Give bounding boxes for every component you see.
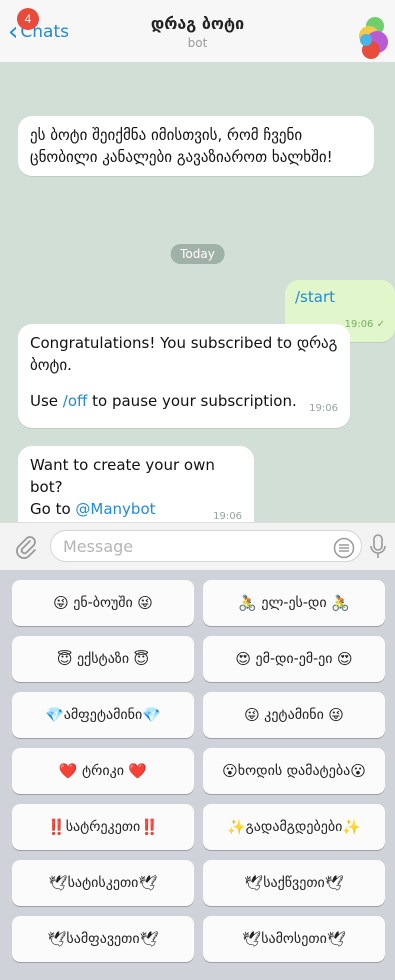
keyboard-button[interactable]: 🕊 სამფავეთი 🕊 bbox=[12, 916, 194, 962]
keyboard-button[interactable]: 🚴 ელ-ეს-დი 🚴 bbox=[203, 580, 385, 626]
emoji-icon: 😇 bbox=[133, 650, 150, 668]
double-check-icon: ✓ bbox=[376, 319, 385, 330]
chat-title-area[interactable]: დრაგ ბოტი bot bbox=[0, 14, 395, 50]
manybot-link[interactable]: @Manybot bbox=[75, 500, 155, 518]
emoji-icon: 💎 bbox=[142, 706, 161, 724]
outgoing-time-value: 19:06 bbox=[344, 319, 374, 330]
dove-icon: 🕊 bbox=[139, 930, 159, 948]
keyboard-button[interactable]: 😜 კეტამინი 😜 bbox=[203, 692, 385, 738]
outgoing-command-text[interactable]: /start bbox=[295, 288, 335, 306]
emoji-icon: 🚴 bbox=[331, 594, 350, 612]
keyboard-button-label: სატრეკეთი bbox=[65, 819, 141, 835]
emoji-icon: 😇 bbox=[56, 650, 73, 668]
keyboard-button-label: კეტამინი bbox=[264, 707, 324, 723]
dove-icon: 🕊 bbox=[326, 930, 346, 948]
microphone-icon[interactable] bbox=[368, 534, 388, 560]
date-separator: Today bbox=[170, 244, 225, 264]
chat-title: დრაგ ბოტი bbox=[150, 14, 245, 33]
keyboard-button-label: სატისკეთი bbox=[67, 875, 139, 891]
message-input[interactable] bbox=[50, 530, 362, 562]
promo-line1: Want to create your own bot? bbox=[30, 456, 215, 496]
emoji-icon: 😜 bbox=[328, 706, 344, 724]
outgoing-time: 19:06 ✓ bbox=[345, 314, 385, 336]
emoji-icon: 😍 bbox=[235, 650, 252, 668]
keyboard-button[interactable]: ‼️ სატრეკეთი ‼️ bbox=[12, 804, 194, 850]
keyboard-button-label: ტრიკი bbox=[82, 763, 124, 779]
emoji-icon: 😮 bbox=[350, 762, 366, 780]
composer-bar bbox=[0, 522, 395, 571]
keyboard-button-label: ექსტაზი bbox=[76, 651, 130, 667]
keyboard-button[interactable]: 😜 ენ-ბოუში 😜 bbox=[12, 580, 194, 626]
sparkles-icon: ✨ bbox=[226, 818, 246, 836]
keyboard-button-label: ენ-ბოუში bbox=[73, 595, 133, 611]
keyboard-button-label: გადამგდებები bbox=[245, 819, 343, 835]
keyboard-button[interactable]: 🕊 სამოსეთი 🕊 bbox=[203, 916, 385, 962]
promo-time: 19:06 bbox=[213, 511, 242, 522]
keyboard-button-label: ელ-ეს-დი bbox=[261, 595, 327, 611]
keyboard-button-label: სამფავეთი bbox=[66, 931, 140, 947]
keyboard-button[interactable]: 🕊 სატისკეთი 🕊 bbox=[12, 860, 194, 906]
exclamation-icon: ‼️ bbox=[47, 818, 66, 836]
dove-icon: 🕊 bbox=[48, 874, 68, 892]
dove-icon: 🕊 bbox=[138, 874, 158, 892]
congrats-message: Congratulations! You subscribed to დრაგ … bbox=[18, 324, 350, 428]
emoji-icon: 😍 bbox=[336, 650, 353, 668]
keyboard-button-label: სამოსეთი bbox=[261, 931, 327, 947]
promo-message: Want to create your own bot? Go to @Many… bbox=[18, 446, 254, 522]
congrats-suffix: to pause your subscription. bbox=[87, 392, 297, 410]
keyboard-button[interactable]: 💎 ამფეტამინი 💎 bbox=[12, 692, 194, 738]
keyboard-button[interactable]: 😮 ხოდის დამატება 😮 bbox=[203, 748, 385, 794]
dove-icon: 🕊 bbox=[47, 930, 67, 948]
dove-icon: 🕊 bbox=[244, 874, 264, 892]
dove-icon: 🕊 bbox=[324, 874, 344, 892]
off-command-link[interactable]: /off bbox=[63, 392, 88, 410]
emoji-icon: ❤️ bbox=[58, 762, 78, 780]
intro-message-text: ეს ბოტი შეიქმნა იმისთვის, რომ ჩვენი ცნობ… bbox=[30, 126, 333, 166]
chat-subtitle: bot bbox=[187, 36, 208, 50]
emoji-icon: 😜 bbox=[53, 594, 69, 612]
emoji-icon: 💎 bbox=[45, 706, 64, 724]
keyboard-button-label: ემ-დი-ემ-ეი bbox=[255, 651, 333, 667]
paperclip-icon[interactable] bbox=[14, 535, 38, 559]
keyboard-button-label: ამფეტამინი bbox=[63, 707, 143, 723]
message-list[interactable]: ეს ბოტი შეიქმნა იმისთვის, რომ ჩვენი ცნობ… bbox=[0, 62, 395, 522]
bot-keyboard-icon[interactable] bbox=[333, 537, 355, 559]
emoji-icon: 😮 bbox=[222, 762, 238, 780]
keyboard-button[interactable]: ❤️ ტრიკი ❤️ bbox=[12, 748, 194, 794]
bot-reply-keyboard: 😜 ენ-ბოუში 😜 🚴 ელ-ეს-დი 🚴 😇 ექსტაზი 😇 😍 … bbox=[0, 570, 395, 980]
bot-avatar[interactable] bbox=[351, 12, 391, 60]
emoji-icon: 🚴 bbox=[238, 594, 257, 612]
keyboard-button[interactable]: 😇 ექსტაზი 😇 bbox=[12, 636, 194, 682]
sparkles-icon: ✨ bbox=[342, 818, 362, 836]
keyboard-button-label: ხოდის დამატება bbox=[237, 763, 351, 779]
keyboard-button[interactable]: ✨ გადამგდებები ✨ bbox=[203, 804, 385, 850]
keyboard-button[interactable]: 😍 ემ-დი-ემ-ეი 😍 bbox=[203, 636, 385, 682]
congrats-prefix: Use bbox=[30, 392, 63, 410]
dove-icon: 🕊 bbox=[242, 930, 262, 948]
congrats-line1: Congratulations! You subscribed to დრაგ … bbox=[30, 334, 338, 374]
emoji-icon: ❤️ bbox=[128, 762, 148, 780]
emoji-icon: 😜 bbox=[244, 706, 260, 724]
emoji-icon: 😜 bbox=[137, 594, 153, 612]
promo-prefix: Go to bbox=[30, 500, 76, 518]
chat-header: ‹ Chats 4 დრაგ ბოტი bot bbox=[0, 0, 395, 63]
congrats-time: 19:06 bbox=[309, 403, 338, 414]
exclamation-icon: ‼️ bbox=[140, 818, 159, 836]
intro-message: ეს ბოტი შეიქმნა იმისთვის, რომ ჩვენი ცნობ… bbox=[18, 116, 374, 176]
keyboard-button[interactable]: 🕊 საქწვეთი 🕊 bbox=[203, 860, 385, 906]
keyboard-button-label: საქწვეთი bbox=[263, 875, 325, 891]
